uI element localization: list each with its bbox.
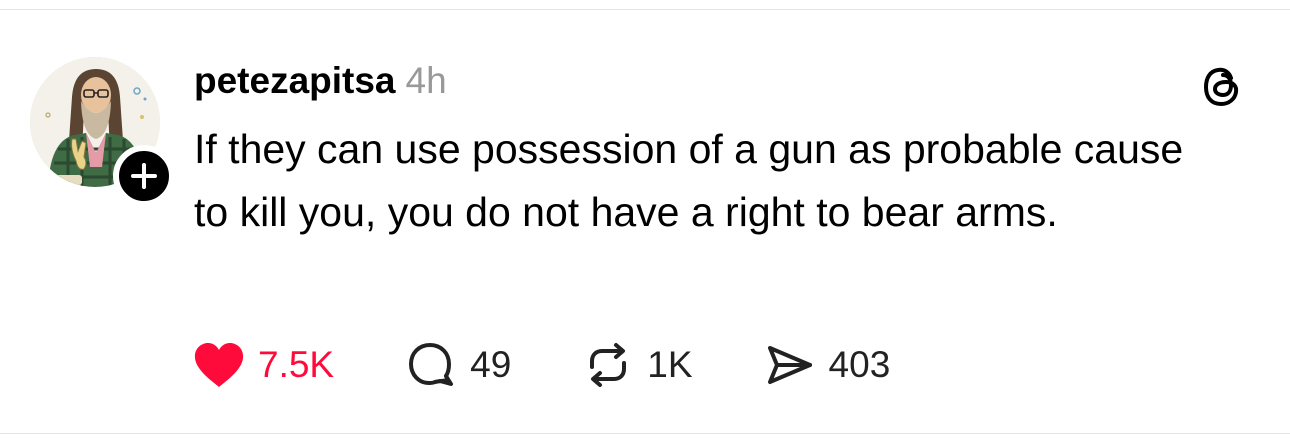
avatar-container[interactable] bbox=[30, 57, 175, 207]
repost-button[interactable]: 1K bbox=[583, 340, 693, 390]
timestamp: 4h bbox=[405, 60, 447, 101]
share-count: 403 bbox=[828, 344, 891, 385]
paper-plane-icon bbox=[767, 346, 812, 384]
heart-filled-icon bbox=[194, 343, 244, 387]
top-divider bbox=[0, 9, 1290, 10]
reply-count: 49 bbox=[470, 344, 512, 385]
share-button[interactable]: 403 bbox=[765, 340, 891, 390]
plus-icon bbox=[131, 163, 157, 189]
threads-logo-button[interactable] bbox=[1198, 62, 1246, 110]
post-body: If they can use possession of a gun as p… bbox=[194, 126, 1184, 235]
repost-count: 1K bbox=[647, 344, 693, 385]
username[interactable]: petezapitsa bbox=[194, 60, 396, 102]
like-button[interactable]: 7.5K bbox=[192, 341, 334, 389]
post-header: petezapitsa 4h bbox=[194, 56, 447, 106]
like-count: 7.5K bbox=[258, 344, 335, 385]
repost-arrows-icon bbox=[590, 343, 627, 387]
bottom-divider bbox=[0, 433, 1290, 434]
reply-button[interactable]: 49 bbox=[406, 340, 511, 390]
follow-button[interactable] bbox=[113, 145, 175, 207]
threads-logo-icon bbox=[1204, 67, 1239, 106]
speech-bubble-icon bbox=[409, 343, 454, 386]
action-bar: 7.5K 49 1K 403 bbox=[192, 338, 890, 392]
